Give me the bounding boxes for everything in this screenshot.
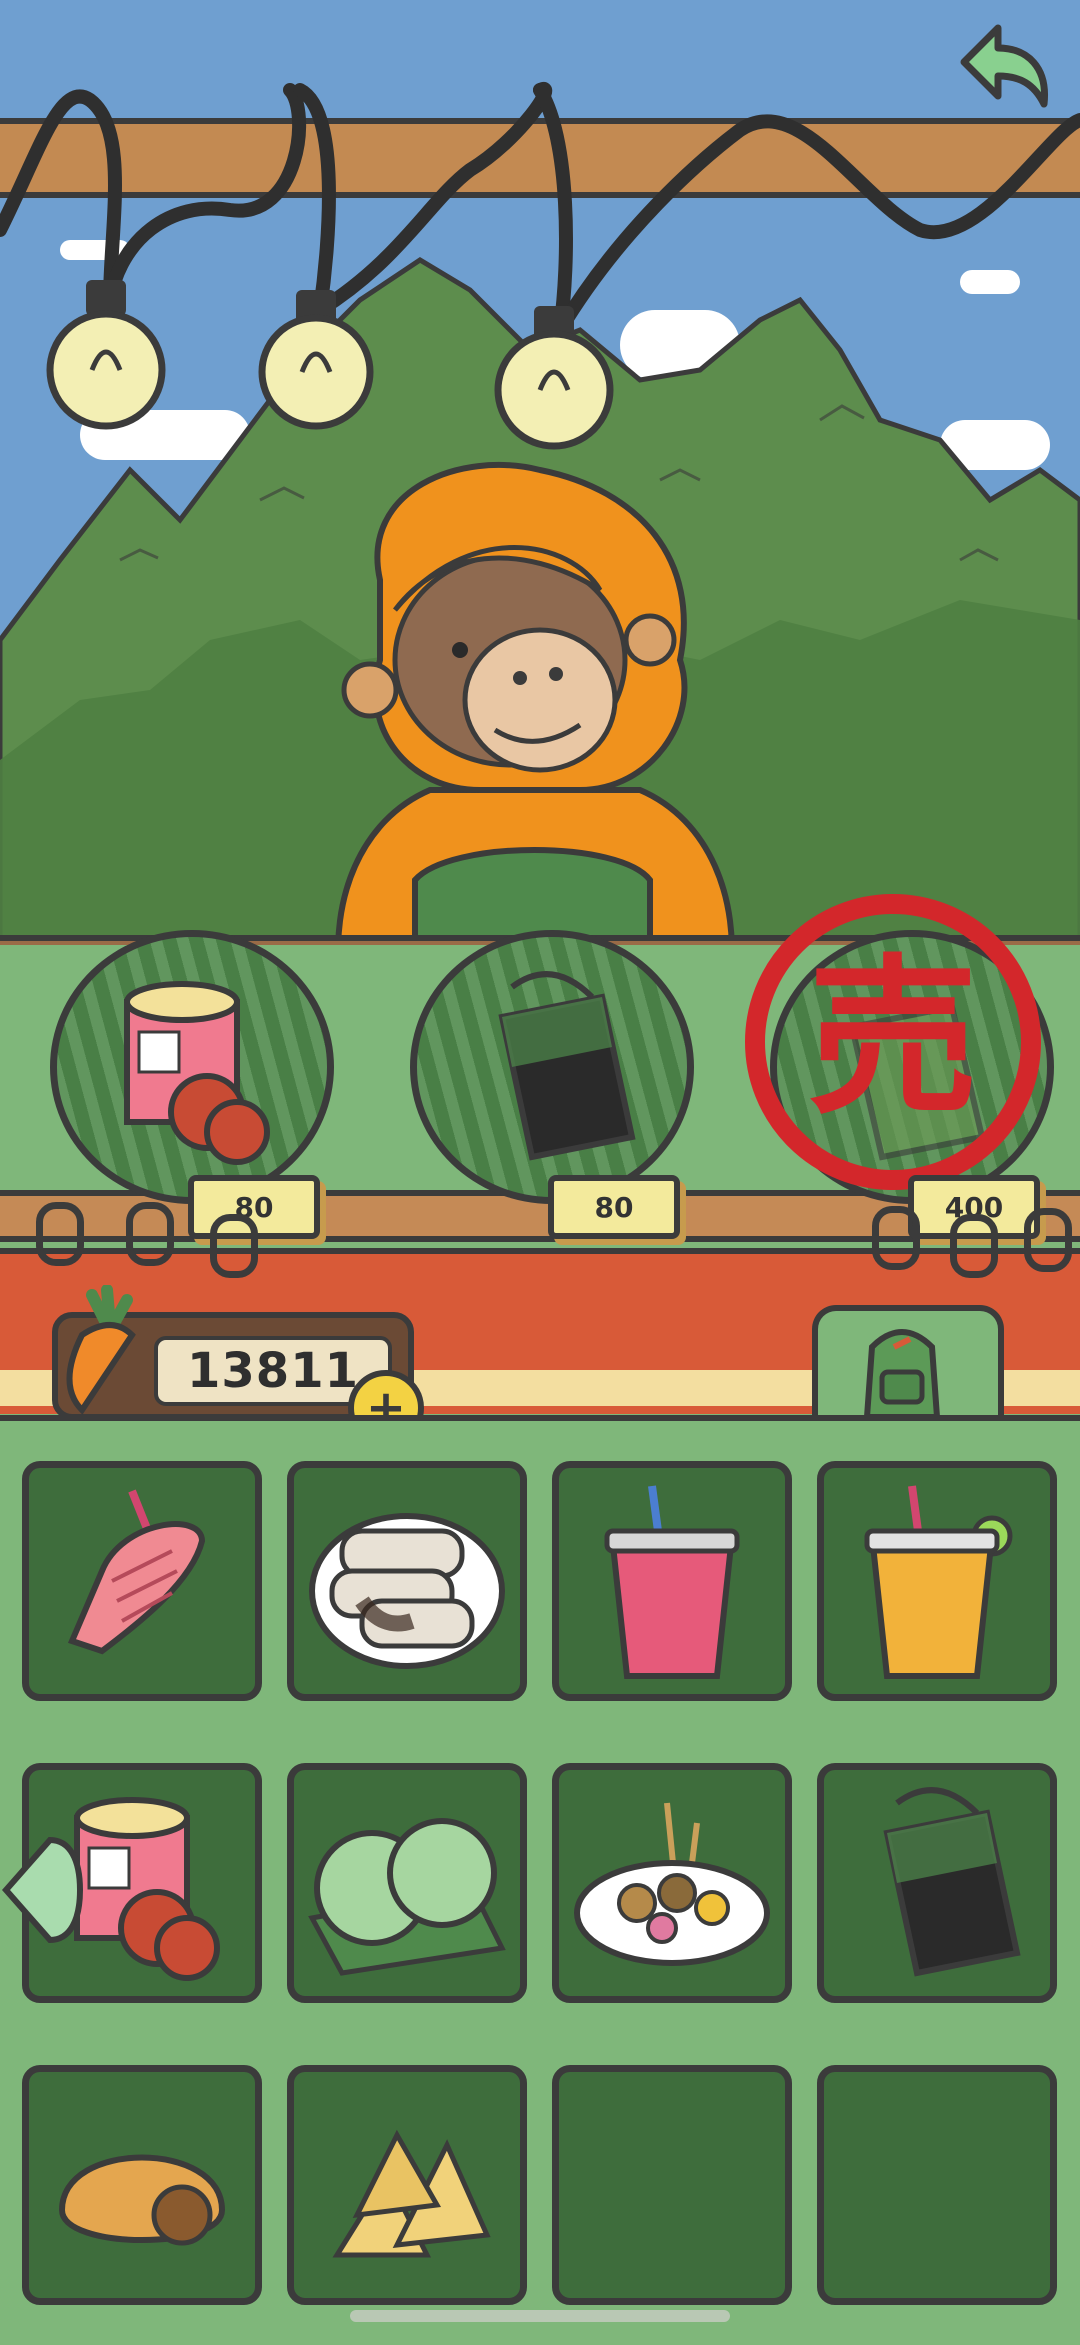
inventory-slot[interactable]	[287, 2065, 527, 2305]
shop-scene	[0, 0, 1080, 945]
inventory-slot[interactable]	[552, 1763, 792, 2003]
hanging-ring	[210, 1214, 258, 1278]
back-arrow-icon[interactable]	[944, 18, 1054, 114]
coconut-rice-balls-icon	[308, 1818, 506, 1976]
light-bulb-icon	[494, 306, 614, 450]
home-indicator[interactable]	[350, 2310, 730, 2322]
tea-bag-icon	[883, 1787, 1021, 1977]
hanging-ring	[36, 1202, 84, 1266]
carrot-icon	[66, 1285, 136, 1415]
orangutan-shopkeeper	[335, 461, 735, 945]
tea-bag-icon	[498, 971, 636, 1161]
hanging-ring	[950, 1214, 998, 1278]
inventory-slot[interactable]	[817, 1763, 1057, 2003]
hanging-ring	[1024, 1208, 1072, 1272]
inventory-slot[interactable]	[817, 1461, 1057, 1701]
inventory-slot[interactable]	[287, 1461, 527, 1701]
backpack-tab[interactable]	[812, 1305, 1004, 1431]
skewers-plate-icon	[574, 1802, 770, 1966]
backpack-icon	[863, 1329, 941, 1420]
counter-slot-1[interactable]	[50, 930, 334, 1204]
hanging-ring	[872, 1206, 920, 1270]
inventory-slot[interactable]	[22, 2065, 262, 2305]
inventory-slot-empty[interactable]	[552, 2065, 792, 2305]
light-bulb-icon	[46, 280, 166, 430]
string-lights	[0, 81, 1080, 450]
inventory-grid	[22, 1461, 1058, 2321]
dumplings-plate-icon	[309, 1513, 505, 1669]
lemon-iced-tea-icon	[864, 1485, 1013, 1679]
taiyaki-ice-cream-icon	[67, 1489, 206, 1655]
samosas-icon	[332, 2129, 491, 2258]
side-pull-tab[interactable]	[0, 1830, 92, 1950]
svg-text:売: 売	[808, 940, 978, 1138]
inventory-slot-empty[interactable]	[817, 2065, 1057, 2305]
inventory-panel	[0, 1415, 1080, 2345]
empanada-icon	[58, 2154, 226, 2246]
inventory-slot[interactable]	[287, 1763, 527, 2003]
light-bulb-icon	[258, 290, 374, 430]
pink-drink-icon	[604, 1485, 740, 1679]
price-tag: 80	[548, 1175, 680, 1239]
counter-slot-2[interactable]	[410, 930, 694, 1204]
sold-stamp-icon: 売	[745, 894, 1041, 1190]
inventory-slot[interactable]	[22, 1461, 262, 1701]
inventory-slot[interactable]	[552, 1461, 792, 1701]
canned-mooncake-icon	[124, 981, 270, 1165]
hanging-ring	[126, 1202, 174, 1266]
